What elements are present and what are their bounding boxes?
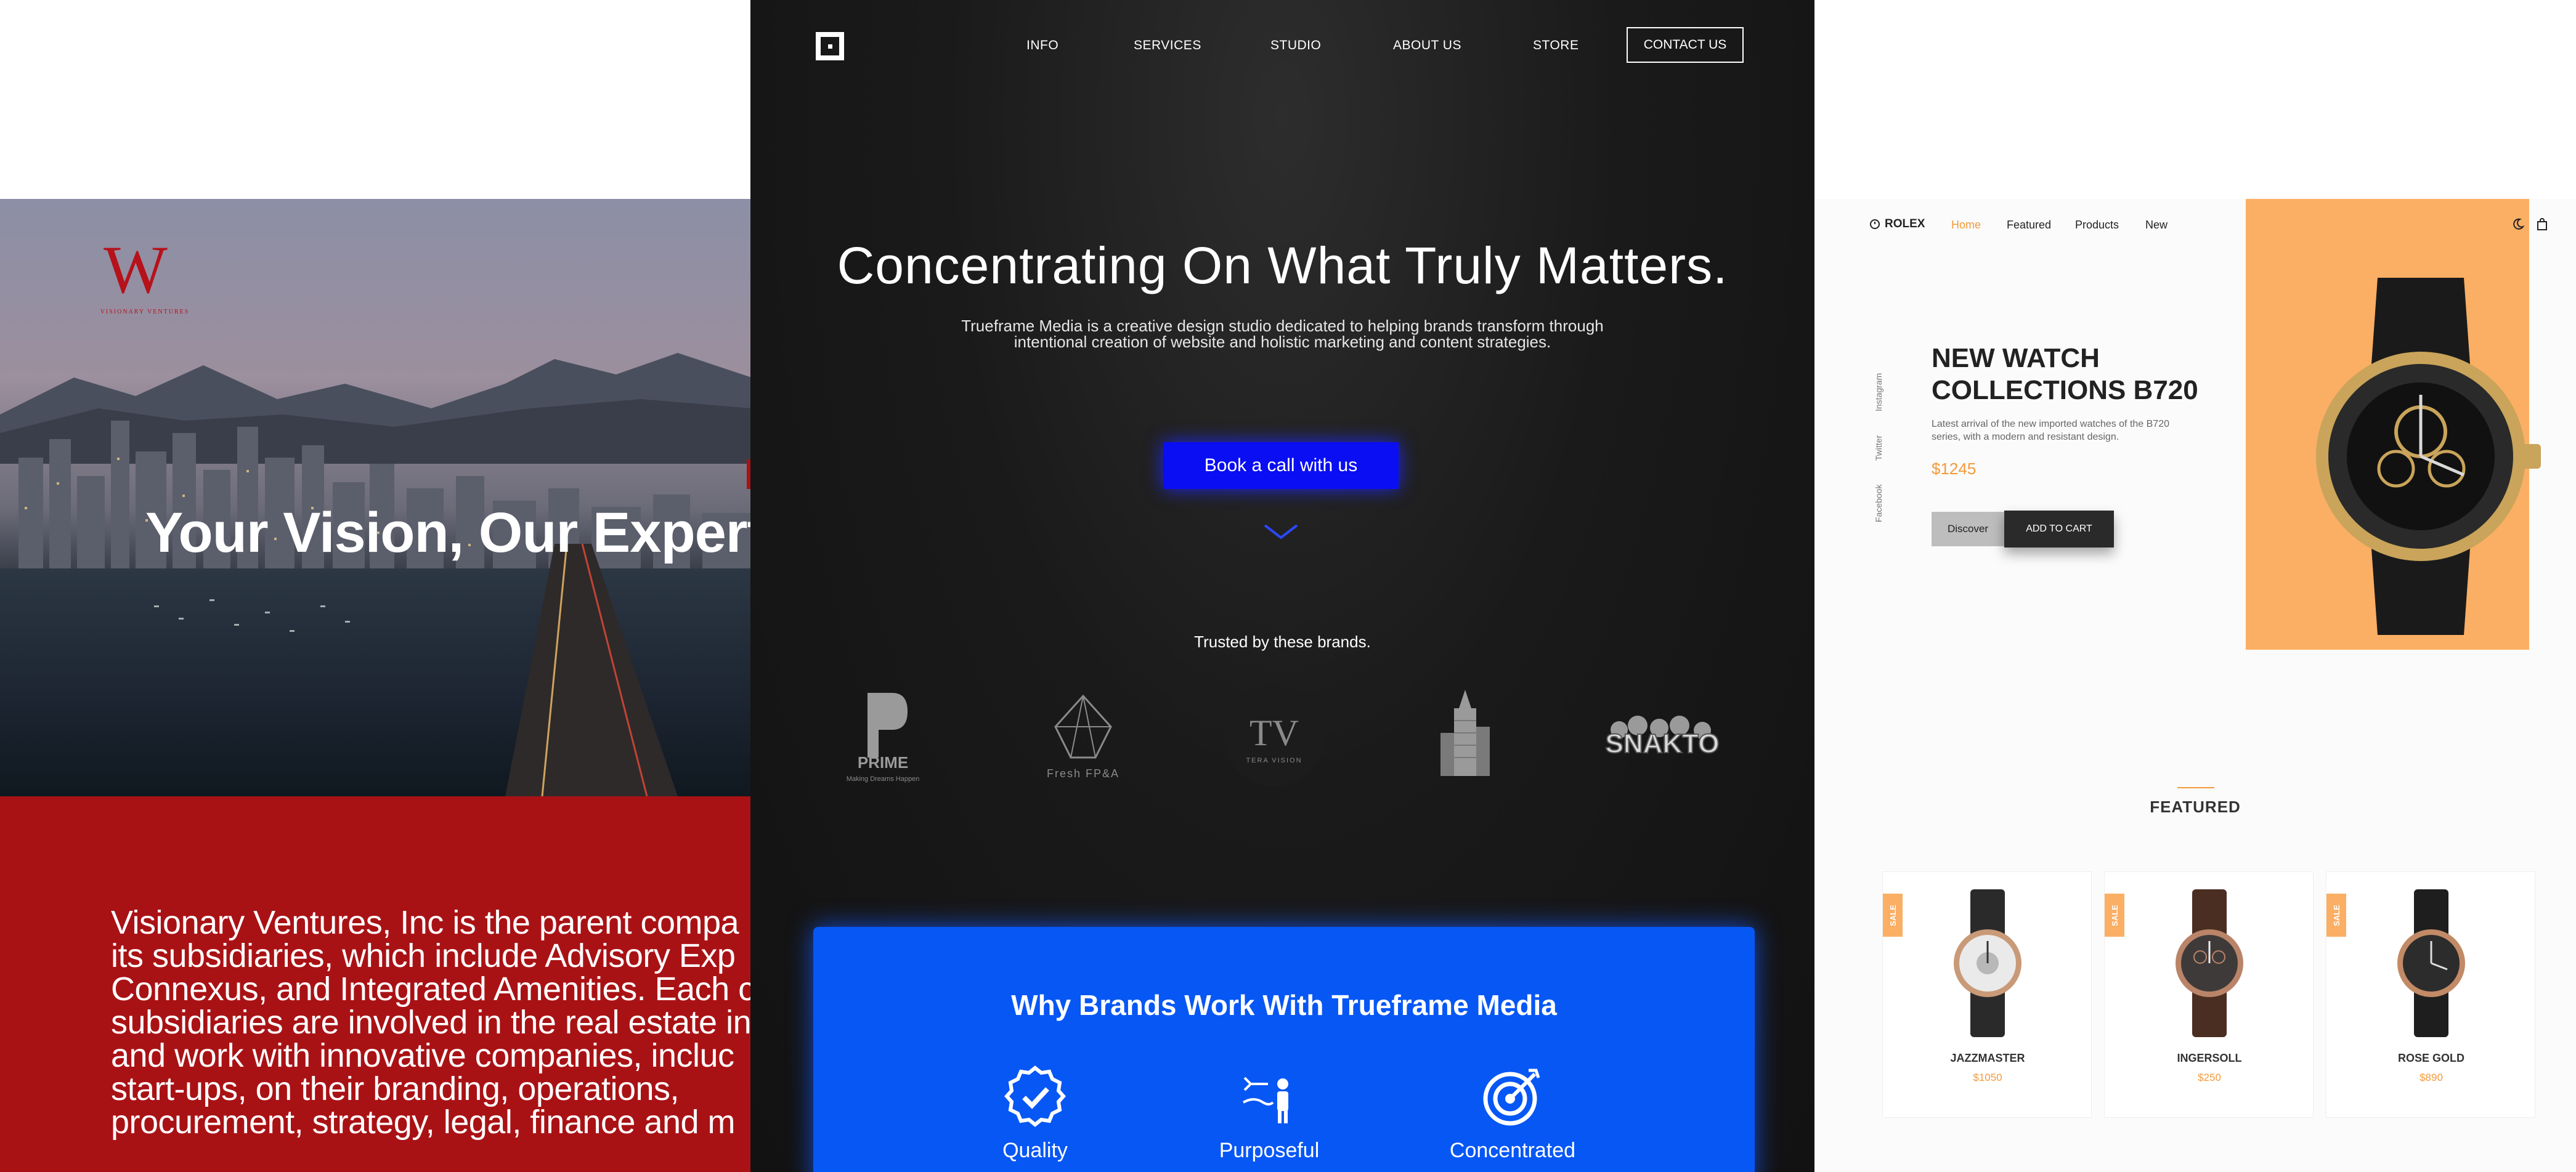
fresh-fpa-logo-text: Fresh FP&A: [1047, 767, 1119, 780]
discover-button[interactable]: Discover: [1932, 512, 2004, 546]
chevron-down-icon[interactable]: [1263, 522, 1299, 541]
brand-name[interactable]: ROLEX: [1885, 217, 1925, 231]
hero-banner: W VISIONARY VENTURES Your Vision, Our Ex…: [0, 199, 752, 796]
target-icon: [1483, 1069, 1540, 1126]
nav-featured[interactable]: Featured: [2007, 219, 2051, 232]
nav-studio[interactable]: STUDIO: [1270, 38, 1321, 53]
nav-products[interactable]: Products: [2075, 219, 2119, 232]
tera-vision-logo-text: TERA VISION: [1246, 757, 1302, 764]
feature-concentrated: Concentrated: [1449, 1139, 1576, 1162]
social-facebook[interactable]: Facebook: [1874, 485, 1883, 522]
nav-services[interactable]: SERVICES: [1134, 38, 1201, 53]
hero-description: Latest arrival of the new imported watch…: [1932, 419, 2169, 442]
nav-new[interactable]: New: [2145, 219, 2168, 232]
bridge-image: [154, 544, 678, 796]
snakto-logo-text: SNAKTO: [1606, 729, 1720, 759]
prime-logo-text: PRIME: [858, 753, 908, 772]
trueframe-media-page: INFO SERVICES STUDIO ABOUT US STORE CONT…: [750, 0, 1814, 1172]
hero-title: Your Vision, Our Expert: [145, 501, 752, 564]
hero-subheadline: Trueframe Media is a creative design stu…: [961, 317, 1604, 351]
product-price: $890: [2420, 1072, 2443, 1083]
trusted-brands-label: Trusted by these brands.: [1194, 632, 1371, 651]
prime-brand-logo: PRIME Making Dreams Happen: [847, 693, 920, 783]
social-instagram[interactable]: Instagram: [1874, 373, 1883, 411]
shopping-bag-icon[interactable]: [2535, 217, 2549, 231]
prime-logo-caption: Making Dreams Happen: [847, 775, 920, 783]
nav-about-us[interactable]: ABOUT US: [1393, 38, 1461, 53]
svg-text:W: W: [104, 236, 168, 304]
add-to-cart-button[interactable]: ADD TO CART: [2004, 511, 2114, 548]
hero-watch-image: [2316, 278, 2541, 635]
about-text: Visionary Ventures, Inc is the parent co…: [111, 904, 752, 1141]
visionary-ventures-page: W VISIONARY VENTURES Your Vision, Our Ex…: [0, 199, 752, 1172]
rolex-shop-page: ROLEX Home Featured Products New Instagr…: [1814, 199, 2576, 1172]
feature-quality: Quality: [1002, 1139, 1068, 1162]
hero-headline: Concentrating On What Truly Matters.: [837, 236, 1728, 294]
feature-purposeful: Purposeful: [1219, 1139, 1320, 1162]
snakto-brand-logo: SNAKTO: [1605, 716, 1720, 759]
product-name: INGERSOLL: [2177, 1052, 2242, 1064]
rose-gold-watch-image: [2397, 889, 2465, 1037]
product-card[interactable]: SALE INGERSOLL $250: [2104, 871, 2314, 1118]
why-brands-title: Why Brands Work With Trueframe Media: [1011, 989, 1557, 1021]
featured-title: FEATURED: [2150, 798, 2241, 816]
product-card[interactable]: SALE ROSE GOLD $890: [2326, 871, 2535, 1118]
sale-badge: SALE: [2105, 894, 2124, 937]
nav-store[interactable]: STORE: [1533, 38, 1579, 53]
hero-price: $1245: [1932, 459, 1977, 478]
sale-badge: SALE: [1883, 894, 1903, 937]
quality-check-icon: [1004, 1065, 1066, 1127]
product-name: JAZZMASTER: [1950, 1052, 2025, 1064]
product-name: ROSE GOLD: [2397, 1052, 2464, 1064]
product-price: $1050: [1973, 1072, 2002, 1083]
visionary-ventures-logo: W: [104, 236, 168, 304]
watch-logo-icon[interactable]: [1869, 218, 1881, 230]
nav-home[interactable]: Home: [1951, 219, 1981, 232]
skyline-brand-logo: [1440, 690, 1490, 776]
nav-info[interactable]: INFO: [1026, 38, 1058, 53]
why-brands-panel: Why Brands Work With Trueframe Media Qua…: [813, 927, 1755, 1172]
sale-badge: SALE: [2326, 894, 2346, 937]
product-card[interactable]: SALE JAZZMASTER $1050: [1882, 871, 2092, 1118]
product-price: $250: [2198, 1072, 2221, 1083]
logo-wordmark: VISIONARY VENTURES: [100, 309, 190, 315]
contact-us-button[interactable]: CONTACT US: [1627, 27, 1744, 63]
jazzmaster-watch-image: [1954, 889, 2021, 1037]
purposeful-icon: [1242, 1077, 1288, 1123]
fresh-fpa-brand-logo: Fresh FP&A: [1047, 694, 1119, 780]
hero-title: NEW WATCH COLLECTIONS B720: [1932, 343, 2198, 405]
social-twitter[interactable]: Twitter: [1874, 435, 1883, 461]
ingersoll-watch-image: [2176, 889, 2243, 1037]
featured-underline: [2177, 787, 2214, 788]
book-call-button[interactable]: Book a call with us: [1163, 442, 1399, 489]
tera-vision-brand-logo: TV TERA VISION: [1224, 685, 1325, 786]
moon-icon[interactable]: [2511, 217, 2525, 231]
svg-text:TV: TV: [1249, 713, 1299, 753]
